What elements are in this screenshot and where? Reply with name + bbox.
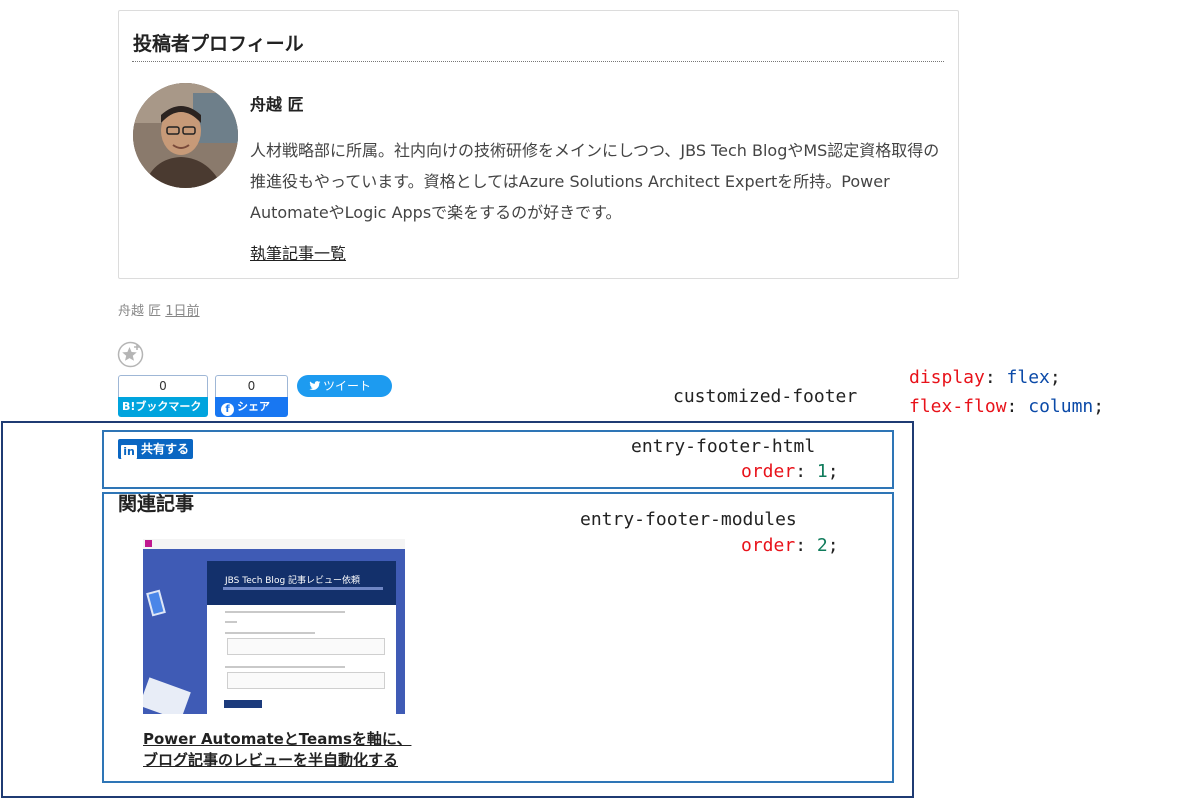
thumbnail-form-line bbox=[225, 611, 345, 613]
author-bio: 人材戦略部に所属。社内向けの技術研修をメインにしつつ、JBS Tech Blog… bbox=[250, 141, 940, 222]
css-flex-flow-annotation: flex-flow: column; bbox=[909, 396, 1105, 417]
order-prop-1: order bbox=[741, 461, 796, 482]
thumbnail-form-line bbox=[225, 621, 237, 623]
related-article-thumbnail[interactable]: JBS Tech Blog 記事レビュー依頼 bbox=[143, 539, 405, 714]
thumbnail-submit-button bbox=[224, 700, 262, 708]
thumbnail-subtitle-bar bbox=[223, 587, 383, 590]
post-meta: 舟越 匠 1日前 bbox=[118, 300, 200, 319]
thumbnail-phone-illustration bbox=[146, 589, 166, 617]
thumbnail-topbar bbox=[143, 539, 405, 549]
related-articles-heading: 関連記事 bbox=[118, 493, 195, 515]
facebook-count: 0 bbox=[215, 375, 288, 397]
star-icon[interactable] bbox=[117, 341, 144, 368]
css-val-column: column bbox=[1028, 396, 1094, 417]
order-value-2: 2 bbox=[816, 535, 828, 556]
css-display-annotation: display: flex; bbox=[909, 367, 1061, 388]
entry-footer-html-annotation: entry-footer-html bbox=[631, 436, 816, 457]
author-name: 舟越 匠 bbox=[250, 95, 304, 114]
meta-author: 舟越 匠 bbox=[118, 304, 162, 319]
thumbnail-form-field bbox=[227, 672, 385, 689]
thumbnail-form-body bbox=[207, 605, 396, 714]
thumbnail-form-line bbox=[225, 666, 345, 668]
hatena-count: 0 bbox=[118, 375, 208, 397]
linkedin-label: 共有する bbox=[141, 442, 190, 456]
css-prop-flex-flow: flex-flow bbox=[909, 396, 1007, 417]
customized-footer-annotation: customized-footer bbox=[673, 386, 858, 407]
profile-heading: 投稿者プロフィール bbox=[133, 33, 304, 55]
author-articles-link[interactable]: 執筆記事一覧 bbox=[250, 240, 346, 264]
css-val-flex: flex bbox=[1006, 367, 1050, 388]
tweet-button[interactable]: ツイート bbox=[297, 375, 392, 397]
author-avatar bbox=[133, 83, 238, 188]
meta-date-link[interactable]: 1日前 bbox=[165, 304, 199, 319]
linkedin-share-button[interactable]: in 共有する bbox=[118, 439, 193, 459]
thumbnail-logo-icon bbox=[145, 540, 152, 547]
hatena-bookmark-button[interactable]: 0 B!ブックマーク bbox=[118, 375, 208, 417]
hatena-label: B!ブックマーク bbox=[118, 397, 208, 417]
tweet-label: ツイート bbox=[323, 379, 372, 393]
author-profile-card: 投稿者プロフィール 舟越 匠 人材戦略部に所属。社内向けの技術研修をメインにしつ… bbox=[118, 10, 959, 279]
entry-footer-modules-annotation: entry-footer-modules bbox=[580, 509, 797, 530]
order-value-1: 1 bbox=[816, 461, 828, 482]
linkedin-icon: in bbox=[121, 445, 137, 459]
thumbnail-title: JBS Tech Blog 記事レビュー依頼 bbox=[225, 576, 361, 586]
facebook-icon: f bbox=[221, 403, 234, 416]
facebook-label-row: f シェア bbox=[215, 397, 288, 417]
thumbnail-card-illustration bbox=[143, 677, 191, 714]
thumbnail-form-line bbox=[225, 632, 315, 634]
profile-divider bbox=[132, 61, 944, 62]
thumbnail-form-field bbox=[227, 638, 385, 655]
entry-footer-modules-order-annotation: order: 2; bbox=[741, 535, 839, 556]
css-prop-display: display bbox=[909, 367, 985, 388]
entry-footer-html-order-annotation: order: 1; bbox=[741, 461, 839, 482]
order-prop-2: order bbox=[741, 535, 796, 556]
related-article-title-link[interactable]: Power AutomateとTeamsを軸に、ブログ記事のレビューを半自動化す… bbox=[143, 729, 413, 771]
twitter-bird-icon bbox=[309, 381, 321, 390]
facebook-share-button[interactable]: 0 f シェア bbox=[215, 375, 288, 417]
facebook-label: シェア bbox=[237, 400, 270, 413]
